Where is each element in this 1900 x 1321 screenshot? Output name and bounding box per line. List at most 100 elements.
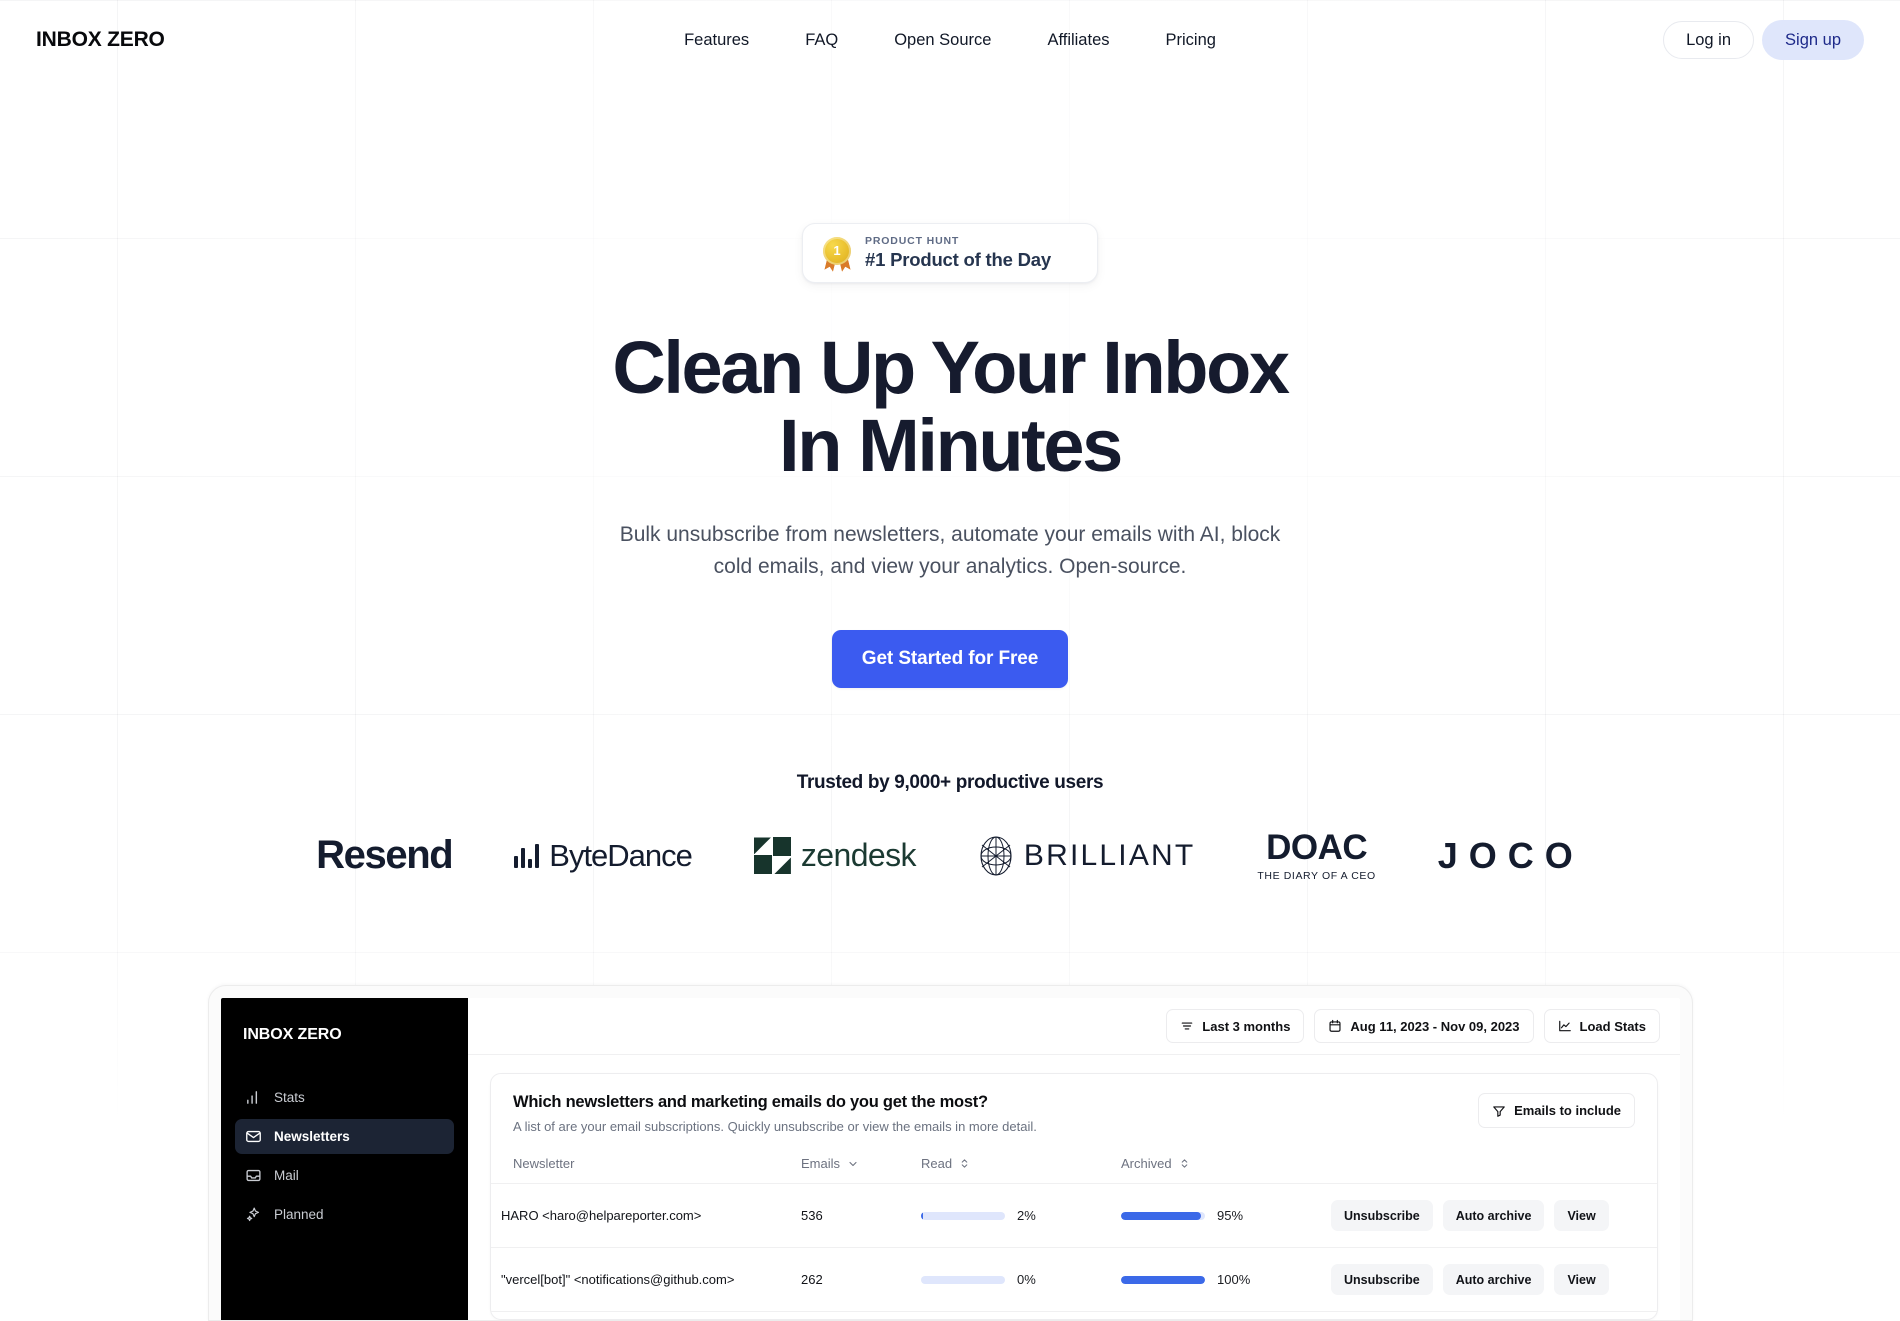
- hero-subtitle: Bulk unsubscribe from newsletters, autom…: [619, 523, 1281, 579]
- row-emails: 262: [791, 1247, 911, 1312]
- hero-headline: Clean Up Your Inbox In Minutes: [0, 329, 1900, 484]
- hero-headline-line-1: Clean Up Your Inbox: [612, 326, 1290, 409]
- newsletters-card-description: A list of are your email subscriptions. …: [513, 1119, 1037, 1134]
- read-progress-bar: [921, 1211, 1005, 1220]
- nav-link-pricing[interactable]: Pricing: [1166, 31, 1216, 50]
- unsubscribe-button[interactable]: Unsubscribe: [1331, 1200, 1433, 1231]
- primary-navigation: Features FAQ Open Source Affiliates Pric…: [684, 31, 1216, 50]
- date-range-preset-button[interactable]: Last 3 months: [1166, 1009, 1305, 1043]
- get-started-button[interactable]: Get Started for Free: [831, 630, 1069, 689]
- table-row[interactable]: "vercel[bot]" <notifications@github.com>…: [491, 1247, 1657, 1312]
- nav-link-affiliates[interactable]: Affiliates: [1047, 31, 1109, 50]
- app-sidebar: INBOX ZERO Stats Newsletters Mail Planne…: [221, 998, 468, 1320]
- app-logo-wordmark[interactable]: INBOX ZERO: [235, 1020, 454, 1044]
- trusted-heading: Trusted by 9,000+ productive users: [796, 772, 1104, 794]
- app-sidebar-nav: Stats Newsletters Mail Planned: [235, 1080, 454, 1232]
- sidebar-item-stats[interactable]: Stats: [235, 1080, 454, 1115]
- logo-bytedance-text: ByteDance: [549, 837, 693, 873]
- header-actions: Log in Sign up: [1663, 19, 1864, 61]
- logo-joco-text: JOCO: [1437, 834, 1584, 876]
- read-percent: 0%: [1017, 1272, 1036, 1287]
- auto-archive-button[interactable]: Auto archive: [1442, 1200, 1545, 1231]
- landing-page: INBOX ZERO Features FAQ Open Source Affi…: [0, 0, 1900, 1321]
- row-newsletter: HARO <haro@helpareporter.com>: [491, 1183, 791, 1248]
- logo-doac-tagline: THE DIARY OF A CEO: [1257, 870, 1376, 883]
- login-button[interactable]: Log in: [1663, 20, 1755, 60]
- read-percent: 2%: [1017, 1208, 1036, 1223]
- row-actions: Unsubscribe Auto archive View: [1321, 1247, 1657, 1312]
- row-newsletter: "vercel[bot]" <notifications@github.com>: [491, 1247, 791, 1312]
- nav-link-open-source[interactable]: Open Source: [894, 31, 991, 50]
- bytedance-bars-icon: [514, 843, 540, 868]
- nav-link-features[interactable]: Features: [684, 31, 749, 50]
- logo-doac: DOAC THE DIARY OF A CEO: [1257, 830, 1375, 882]
- logo-zendesk: zendesk: [753, 837, 917, 875]
- medal-number: 1: [823, 236, 851, 265]
- newsletters-table-body: HARO <haro@helpareporter.com> 536 2% 95%…: [491, 1183, 1657, 1312]
- app-toolbar: Last 3 months Aug 11, 2023 - Nov 09, 202…: [468, 998, 1680, 1055]
- sidebar-item-planned-label: Planned: [274, 1207, 324, 1222]
- column-header-newsletter-label: Newsletter: [513, 1156, 575, 1171]
- sidebar-item-planned[interactable]: Planned: [235, 1197, 454, 1232]
- view-button[interactable]: View: [1554, 1200, 1609, 1231]
- signup-button[interactable]: Sign up: [1762, 19, 1864, 61]
- logo-resend-text: Resend: [316, 833, 453, 878]
- envelope-icon: [246, 1130, 261, 1143]
- line-chart-icon: [1558, 1020, 1571, 1032]
- column-header-read-label: Read: [921, 1156, 953, 1171]
- app-content: Which newsletters and marketing emails d…: [468, 1055, 1680, 1320]
- table-header-row: Newsletter Emails Read Archived: [491, 1146, 1657, 1184]
- filter-lines-icon: [1182, 1022, 1193, 1030]
- site-header: INBOX ZERO Features FAQ Open Source Affi…: [0, 0, 1900, 80]
- newsletters-card-title: Which newsletters and marketing emails d…: [513, 1093, 988, 1111]
- sparkles-icon: [246, 1207, 260, 1222]
- column-header-archived[interactable]: Archived: [1111, 1146, 1321, 1184]
- app-screenshot-frame: INBOX ZERO Stats Newsletters Mail Planne…: [208, 985, 1693, 1321]
- date-range-label: Aug 11, 2023 - Nov 09, 2023: [1350, 1018, 1520, 1034]
- emails-to-include-label: Emails to include: [1514, 1103, 1621, 1118]
- date-range-preset-label: Last 3 months: [1202, 1018, 1291, 1034]
- product-hunt-kicker: PRODUCT HUNT: [865, 234, 960, 247]
- newsletters-card-header: Which newsletters and marketing emails d…: [491, 1074, 1657, 1146]
- table-row[interactable]: HARO <haro@helpareporter.com> 536 2% 95%…: [491, 1183, 1657, 1248]
- newsletters-table-head: Newsletter Emails Read Archived: [491, 1146, 1657, 1184]
- load-stats-button[interactable]: Load Stats: [1543, 1009, 1660, 1043]
- sidebar-item-newsletters[interactable]: Newsletters: [235, 1119, 454, 1154]
- hero-headline-line-2: In Minutes: [779, 403, 1123, 487]
- logo-resend: Resend: [316, 833, 453, 878]
- logo-cloud: Resend ByteDance zendesk BRILLIANT DOAC …: [0, 830, 1900, 882]
- row-actions: Unsubscribe Auto archive View: [1321, 1183, 1657, 1248]
- sidebar-item-stats-label: Stats: [274, 1090, 305, 1105]
- logo-doac-text: DOAC: [1266, 828, 1368, 868]
- column-header-read[interactable]: Read: [911, 1146, 1111, 1184]
- newsletters-card: Which newsletters and marketing emails d…: [490, 1073, 1658, 1320]
- auto-archive-button[interactable]: Auto archive: [1442, 1264, 1545, 1295]
- bar-chart-icon: [247, 1091, 258, 1104]
- sidebar-item-newsletters-label: Newsletters: [274, 1129, 350, 1144]
- app-window: INBOX ZERO Stats Newsletters Mail Planne…: [221, 998, 1680, 1320]
- column-header-newsletter: Newsletter: [491, 1146, 791, 1184]
- row-read: 2%: [911, 1183, 1111, 1248]
- archived-progress-bar: [1121, 1211, 1205, 1220]
- app-main: Last 3 months Aug 11, 2023 - Nov 09, 202…: [468, 998, 1680, 1320]
- logo-wordmark[interactable]: INBOX ZERO: [36, 28, 165, 52]
- unsubscribe-button[interactable]: Unsubscribe: [1331, 1264, 1433, 1295]
- column-header-actions: [1321, 1146, 1657, 1184]
- sort-updown-icon: [1181, 1159, 1187, 1168]
- archived-progress-bar: [1121, 1275, 1205, 1284]
- sidebar-item-mail[interactable]: Mail: [235, 1158, 454, 1193]
- logo-zendesk-text: zendesk: [800, 837, 917, 874]
- view-button[interactable]: View: [1554, 1264, 1609, 1295]
- nav-link-faq[interactable]: FAQ: [805, 31, 838, 50]
- product-hunt-badge[interactable]: 1 PRODUCT HUNT #1 Product of the Day: [802, 223, 1098, 283]
- logo-joco: JOCO: [1438, 835, 1584, 877]
- date-range-button[interactable]: Aug 11, 2023 - Nov 09, 2023: [1314, 1009, 1534, 1043]
- column-header-archived-label: Archived: [1121, 1156, 1172, 1171]
- funnel-icon: [1493, 1105, 1505, 1117]
- column-header-emails[interactable]: Emails: [791, 1146, 911, 1184]
- column-header-emails-label: Emails: [801, 1156, 841, 1171]
- product-hunt-title: #1 Product of the Day: [865, 249, 1051, 270]
- brilliant-gem-icon: [980, 836, 1012, 876]
- calendar-icon: [1329, 1019, 1341, 1032]
- emails-to-include-button[interactable]: Emails to include: [1478, 1093, 1635, 1128]
